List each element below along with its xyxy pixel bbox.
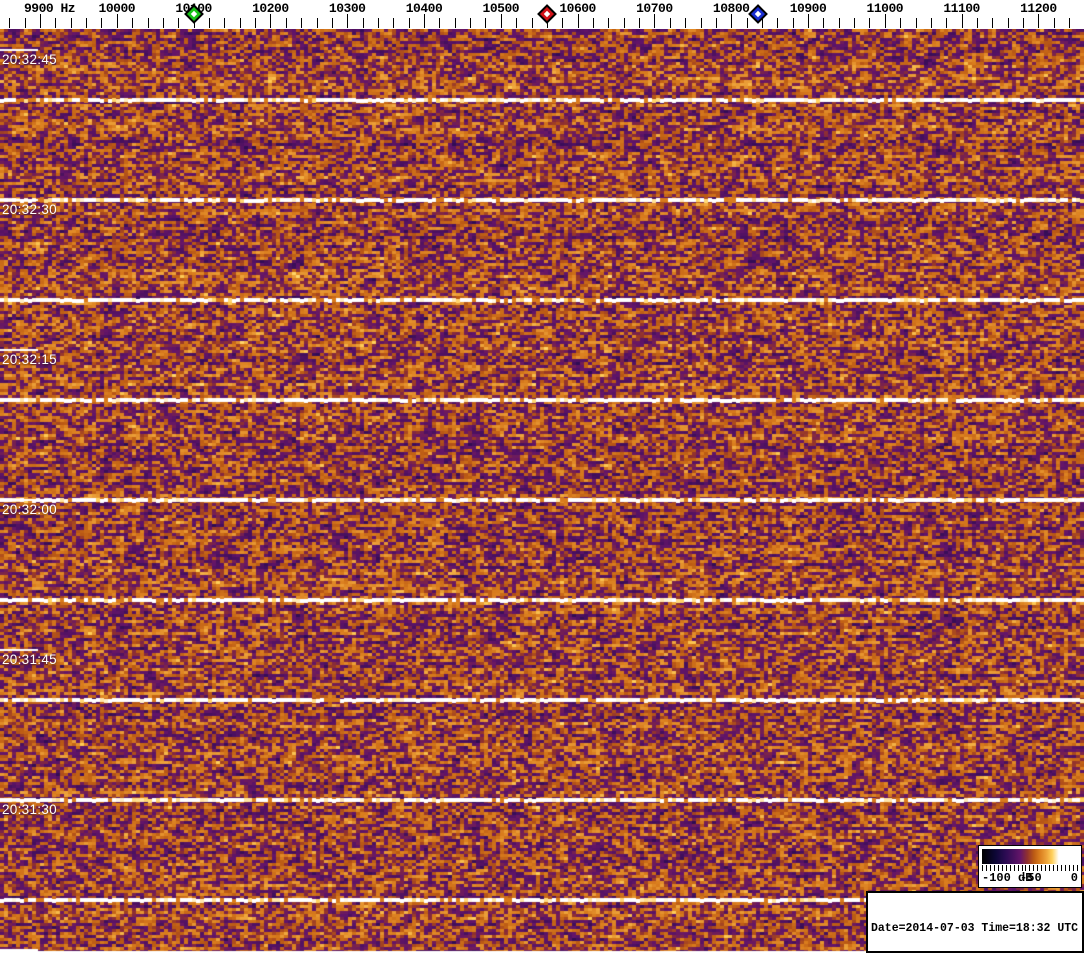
time-tick-label: 20:32:15: [2, 352, 57, 367]
ruler-tick: [884, 14, 886, 28]
ruler-tick: [669, 18, 671, 28]
ruler-tick: [86, 18, 88, 28]
ruler-tick: [239, 18, 241, 28]
ruler-tick: [178, 18, 180, 28]
ruler-tick: [116, 14, 118, 28]
ruler-tick: [9, 18, 11, 28]
ruler-tick: [623, 18, 625, 28]
freq-marker-red-icon[interactable]: [536, 3, 558, 25]
ruler-tick: [347, 14, 349, 28]
ruler-tick: [301, 18, 303, 28]
info-date-time: Date=2014-07-03 Time=18:32 UTC: [871, 922, 1079, 935]
ruler-tick: [700, 18, 702, 28]
ruler-tick: [516, 18, 518, 28]
ruler-tick: [485, 18, 487, 28]
ruler-tick: [531, 18, 533, 28]
ruler-tick: [731, 14, 733, 28]
ruler-tick: [715, 18, 717, 28]
freq-label: 9900 Hz: [24, 1, 76, 16]
ruler-tick: [393, 18, 395, 28]
ruler-tick: [24, 18, 26, 28]
ruler-tick: [285, 18, 287, 28]
ruler-tick: [255, 18, 256, 28]
freq-marker-green-icon[interactable]: [183, 3, 205, 25]
ruler-tick: [316, 18, 318, 28]
freq-label: 10000: [98, 1, 136, 16]
time-tick-label: 20:31:45: [2, 652, 57, 667]
freq-label: 11200: [1020, 1, 1057, 16]
freq-marker-blue-icon[interactable]: [747, 3, 769, 25]
ruler-tick: [408, 18, 410, 28]
ruler-tick: [915, 18, 917, 28]
ruler-tick: [685, 18, 687, 28]
ruler-tick: [331, 18, 333, 28]
freq-label: 10800: [712, 1, 750, 16]
ruler-tick: [132, 18, 134, 28]
time-tick-label: 20:32:45: [2, 52, 57, 67]
colorbar-legend: -100 dB -50 0: [978, 845, 1082, 888]
freq-label: 11000: [866, 1, 904, 16]
time-tick-label: 20:31:30: [2, 802, 57, 817]
ruler-tick: [577, 14, 579, 28]
freq-label: 11100: [943, 1, 980, 16]
ruler-tick: [977, 18, 978, 28]
ruler-tick: [1023, 18, 1024, 28]
freq-label: 10600: [559, 1, 596, 16]
ruler-tick: [500, 14, 502, 28]
ruler-tick: [639, 18, 640, 28]
ruler-tick: [608, 18, 610, 28]
ruler-tick: [654, 14, 656, 28]
ruler-tick: [70, 18, 72, 28]
time-tick-label: 20:32:30: [2, 202, 57, 217]
ruler-tick: [1069, 18, 1071, 28]
ruler-tick: [470, 18, 472, 28]
ruler-tick: [270, 14, 272, 28]
ruler-tick: [792, 18, 794, 28]
freq-label: 10700: [636, 1, 673, 16]
ruler-tick: [377, 18, 379, 28]
ruler-tick: [224, 18, 226, 28]
waterfall-display: 9900 Hz100001010010200103001040010500106…: [0, 0, 1084, 953]
ruler-tick: [823, 18, 825, 28]
ruler-tick: [147, 18, 149, 28]
ruler-tick: [55, 18, 57, 28]
spectrogram-waterfall: [0, 29, 1084, 953]
colorbar-max-label: 0: [1070, 871, 1078, 885]
ruler-tick: [362, 18, 364, 28]
ruler-tick: [1007, 18, 1009, 28]
ruler-tick: [593, 18, 594, 28]
colorbar-mid-label: -50: [1020, 871, 1042, 885]
ruler-tick: [777, 18, 779, 28]
freq-label: 10900: [789, 1, 827, 16]
ruler-tick: [1053, 18, 1055, 28]
ruler-tick: [1038, 14, 1040, 28]
freq-label: 10500: [482, 1, 520, 16]
ruler-tick: [424, 14, 425, 28]
ruler-tick: [454, 18, 456, 28]
ruler-tick: [854, 18, 856, 28]
ruler-tick: [162, 18, 164, 28]
ruler-tick: [900, 18, 902, 28]
freq-label: 10200: [252, 1, 289, 16]
colorbar-labels: -100 dB -50 0: [982, 871, 1078, 885]
time-tick-label: 20:32:00: [2, 502, 57, 517]
ruler-tick: [992, 18, 994, 28]
ruler-tick: [946, 18, 948, 28]
ruler-tick: [838, 18, 840, 28]
ruler-tick: [439, 18, 441, 28]
ruler-tick: [930, 18, 932, 28]
ruler-tick: [869, 18, 871, 28]
ruler-tick: [562, 18, 564, 28]
freq-label: 10400: [405, 1, 443, 16]
freq-label: 10300: [328, 1, 366, 16]
ruler-tick: [101, 18, 103, 28]
ruler-tick: [808, 14, 809, 28]
colorbar-gradient: [982, 849, 1078, 864]
ruler-tick: [961, 14, 963, 28]
ruler-tick: [40, 14, 41, 28]
observation-info-box: Date=2014-07-03 Time=18:32 UTC Freq=143 …: [866, 891, 1084, 953]
frequency-ruler: 9900 Hz100001010010200103001040010500106…: [0, 0, 1084, 29]
ruler-tick: [209, 18, 210, 28]
